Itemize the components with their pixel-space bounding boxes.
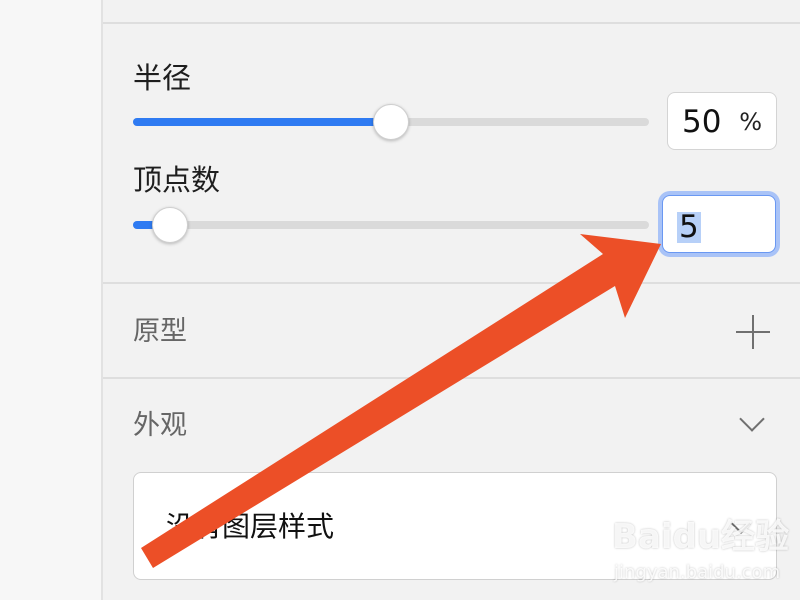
points-value: 5 [677, 209, 701, 245]
appearance-section-title[interactable]: 外观 [133, 412, 187, 439]
layer-style-value: 没有图层样式 [166, 510, 335, 543]
radius-unit: % [739, 108, 762, 136]
plus-icon[interactable] [736, 315, 770, 349]
radius-label: 半径 [133, 61, 192, 95]
baidu-watermark: Baidu经验 jingyan.baidu.com [612, 512, 792, 592]
points-slider-thumb[interactable] [152, 207, 188, 243]
section-divider [103, 377, 800, 379]
radius-slider-fill [133, 118, 391, 126]
points-label: 顶点数 [133, 163, 221, 197]
points-slider[interactable] [133, 221, 649, 229]
radius-input[interactable]: 50 % [667, 92, 777, 150]
section-divider [103, 22, 800, 24]
prototype-section-title[interactable]: 原型 [133, 318, 187, 345]
canvas-area[interactable] [0, 0, 103, 600]
radius-slider-thumb[interactable] [373, 104, 409, 140]
section-divider [103, 282, 800, 284]
radius-value: 50 [682, 104, 722, 140]
watermark-main: Baidu经验 [612, 517, 790, 557]
watermark-sub: jingyan.baidu.com [614, 562, 781, 583]
points-input[interactable]: 5 [662, 195, 776, 253]
